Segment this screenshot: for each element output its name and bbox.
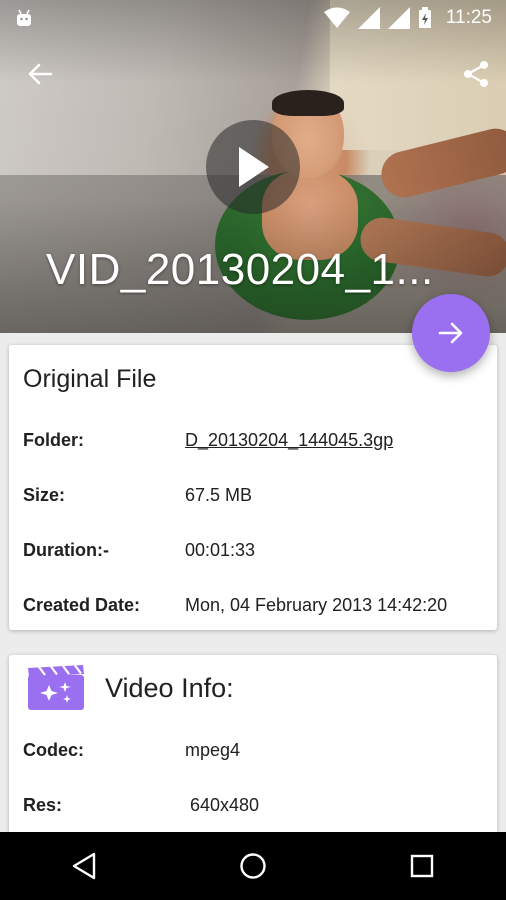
nav-home-button[interactable]	[223, 836, 283, 896]
size-value: 67.5 MB	[185, 485, 253, 505]
created-date-label: Created Date:	[23, 595, 141, 615]
navigation-bar	[0, 832, 506, 900]
signal-icon	[357, 7, 380, 29]
video-info-title: Video Info:	[105, 672, 234, 703]
nav-back-icon	[73, 852, 96, 880]
original-file-card: Original File Folder: D_20130204_144045.…	[9, 345, 497, 630]
android-icon	[17, 9, 31, 26]
resolution-value: 640x480	[190, 795, 260, 815]
size-row: Size: 67.5 MB	[23, 485, 493, 509]
duration-row: Duration:- 00:01:33	[23, 540, 493, 564]
video-info-header: Video Info:	[27, 665, 234, 711]
nav-recents-button[interactable]	[392, 836, 452, 896]
share-icon	[464, 61, 488, 87]
created-date-value: Mon, 04 February 2013 14:42:20	[185, 595, 448, 615]
status-bar: 11:25	[0, 0, 506, 36]
video-title: VID_20130204_1...	[46, 245, 434, 294]
back-button[interactable]	[18, 52, 62, 96]
duration-value: 00:01:33	[185, 540, 256, 560]
play-button[interactable]	[206, 120, 300, 214]
share-button[interactable]	[454, 52, 498, 96]
nav-home-icon	[240, 853, 266, 879]
resolution-label: Res:	[23, 795, 63, 815]
duration-label: Duration:-	[23, 540, 109, 560]
size-label: Size:	[23, 485, 66, 505]
video-magic-icon	[28, 665, 84, 710]
nav-recents-icon	[410, 854, 433, 878]
status-time: 11:25	[445, 7, 492, 28]
battery-icon	[418, 7, 431, 28]
resolution-row: Res: 640x480	[23, 795, 493, 819]
original-file-title: Original File	[23, 365, 157, 393]
created-date-row: Created Date: Mon, 04 February 2013 14:4…	[23, 595, 493, 619]
signal-icon-2	[387, 7, 410, 29]
codec-label: Codec:	[23, 740, 85, 760]
next-fab-button[interactable]	[412, 294, 490, 372]
folder-link[interactable]: D_20130204_144045.3gp	[185, 430, 485, 451]
wifi-icon	[323, 7, 350, 28]
play-icon	[239, 147, 269, 187]
folder-row: Folder: D_20130204_144045.3gp	[23, 430, 493, 454]
codec-row: Codec: mpeg4	[23, 740, 493, 764]
codec-value: mpeg4	[185, 740, 241, 760]
back-arrow-icon	[28, 63, 53, 85]
folder-label: Folder:	[23, 430, 84, 450]
nav-back-button[interactable]	[54, 836, 114, 896]
arrow-right-icon	[438, 322, 463, 344]
